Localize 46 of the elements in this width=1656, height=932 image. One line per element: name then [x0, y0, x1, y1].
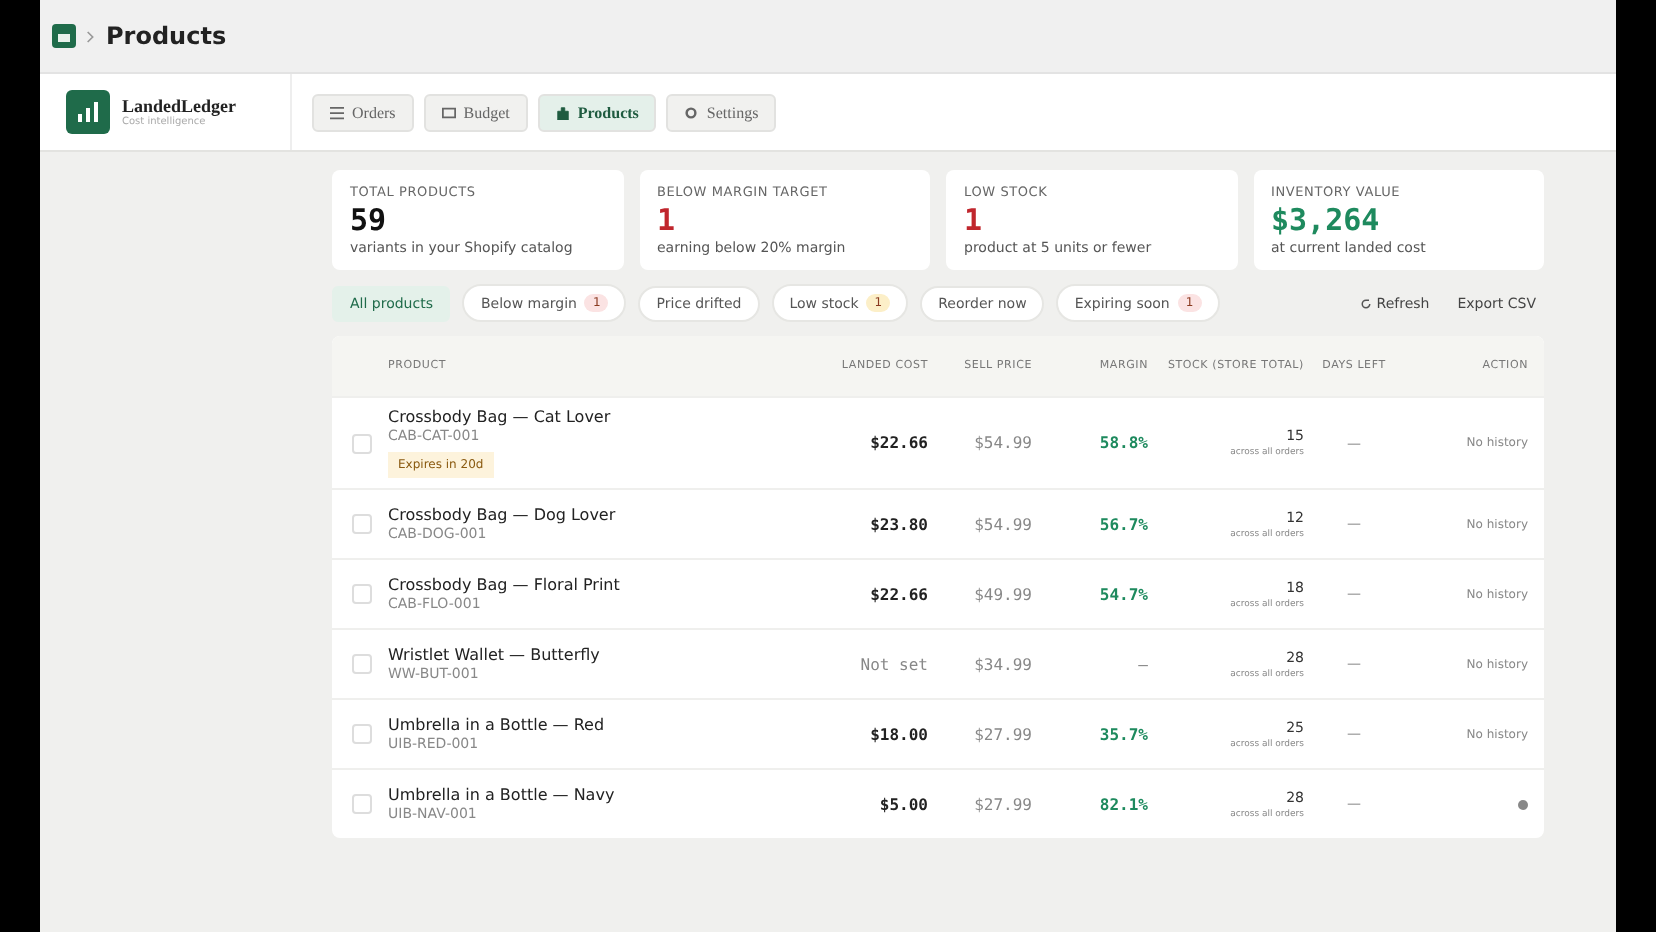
sell-price: $54.99 — [972, 434, 1032, 452]
bar-chart-logo-icon — [66, 90, 110, 134]
product-name: Crossbody Bag — Cat Lover — [388, 408, 611, 426]
sell-price: $49.99 — [972, 585, 1032, 603]
landed-cost: $23.80 — [868, 515, 928, 533]
chevron-icon — [86, 29, 96, 43]
stat-value: 1 — [657, 202, 678, 238]
sell-price: $34.99 — [972, 655, 1032, 673]
nav-tab[interactable]: Settings — [666, 93, 777, 131]
list-icon — [330, 105, 344, 119]
bag-icon — [555, 105, 570, 119]
nav-tab[interactable]: Products — [537, 93, 657, 131]
nav-tab[interactable]: Budget — [423, 93, 528, 131]
landed-cost: $22.66 — [868, 434, 928, 452]
product-name: Umbrella in a Bottle — Red — [388, 716, 605, 734]
brand-name: LandedLedger — [122, 96, 237, 116]
sell-price: $27.99 — [972, 725, 1032, 743]
margin-value: 58.8% — [1097, 434, 1148, 452]
row-checkbox[interactable] — [352, 514, 372, 534]
stat-value: $3,264 — [1271, 202, 1382, 238]
row-checkbox[interactable] — [352, 794, 372, 814]
nav-tab[interactable]: Orders — [312, 93, 414, 131]
stat-value: 1 — [964, 202, 985, 238]
product-name: Crossbody Bag — Floral Print — [388, 576, 620, 594]
row-checkbox[interactable] — [352, 584, 372, 604]
margin-value: 82.1% — [1097, 795, 1148, 813]
sell-price: $54.99 — [972, 515, 1032, 533]
landed-cost: $18.00 — [868, 725, 928, 743]
app-logo-icon — [52, 24, 76, 48]
page-title: Products — [106, 22, 227, 50]
row-checkbox[interactable] — [352, 433, 372, 453]
sell-price: $27.99 — [972, 795, 1032, 813]
refresh-icon — [1360, 297, 1373, 309]
landed-cost: $22.66 — [868, 585, 928, 603]
row-checkbox[interactable] — [352, 654, 372, 674]
margin-value: 35.7% — [1097, 725, 1148, 743]
stat-value: 59 — [350, 202, 389, 238]
landed-cost: Not set — [858, 655, 928, 673]
product-name: Crossbody Bag — Dog Lover — [388, 506, 616, 524]
product-name: Wristlet Wallet — Butterfly — [388, 646, 600, 664]
margin-value: 54.7% — [1097, 585, 1148, 603]
product-name: Umbrella in a Bottle — Navy — [388, 786, 615, 804]
row-checkbox[interactable] — [352, 724, 372, 744]
margin-value: 56.7% — [1097, 515, 1148, 533]
landed-cost: $5.00 — [877, 795, 928, 813]
margin-value: — — [1136, 655, 1148, 673]
